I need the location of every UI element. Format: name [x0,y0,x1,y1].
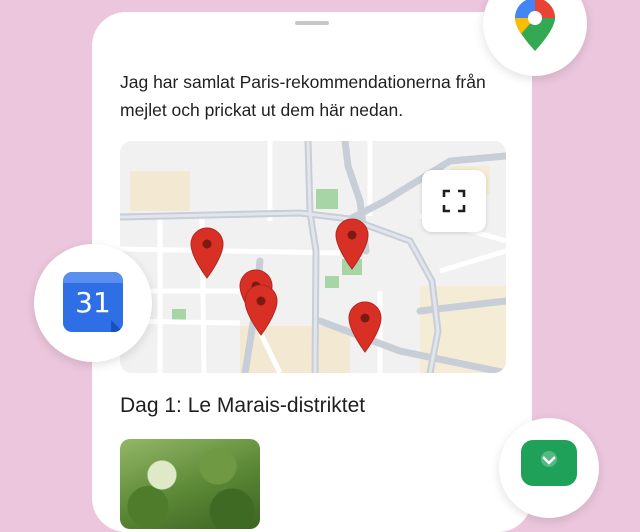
google-calendar-icon: 31 [63,272,123,332]
day-heading: Dag 1: Le Marais-distriktet [120,394,366,417]
fullscreen-button[interactable] [422,170,486,232]
map-pin[interactable] [243,284,279,336]
mail-app-bubble[interactable] [499,418,599,518]
map-pin[interactable] [189,227,225,279]
calendar-app-bubble[interactable]: 31 [34,244,152,362]
chat-card: Jag har samlat Paris-rekommendationerna … [92,12,532,532]
map-view[interactable] [120,141,506,373]
inbox-icon [521,440,577,486]
google-maps-icon [515,0,555,51]
fullscreen-icon [442,189,466,213]
map-pin[interactable] [347,301,383,353]
assistant-message: Jag har samlat Paris-rekommendationerna … [120,72,486,120]
place-photo[interactable] [120,439,260,529]
calendar-day: 31 [75,286,111,319]
drag-handle[interactable] [295,21,329,25]
map-pin[interactable] [334,218,370,270]
